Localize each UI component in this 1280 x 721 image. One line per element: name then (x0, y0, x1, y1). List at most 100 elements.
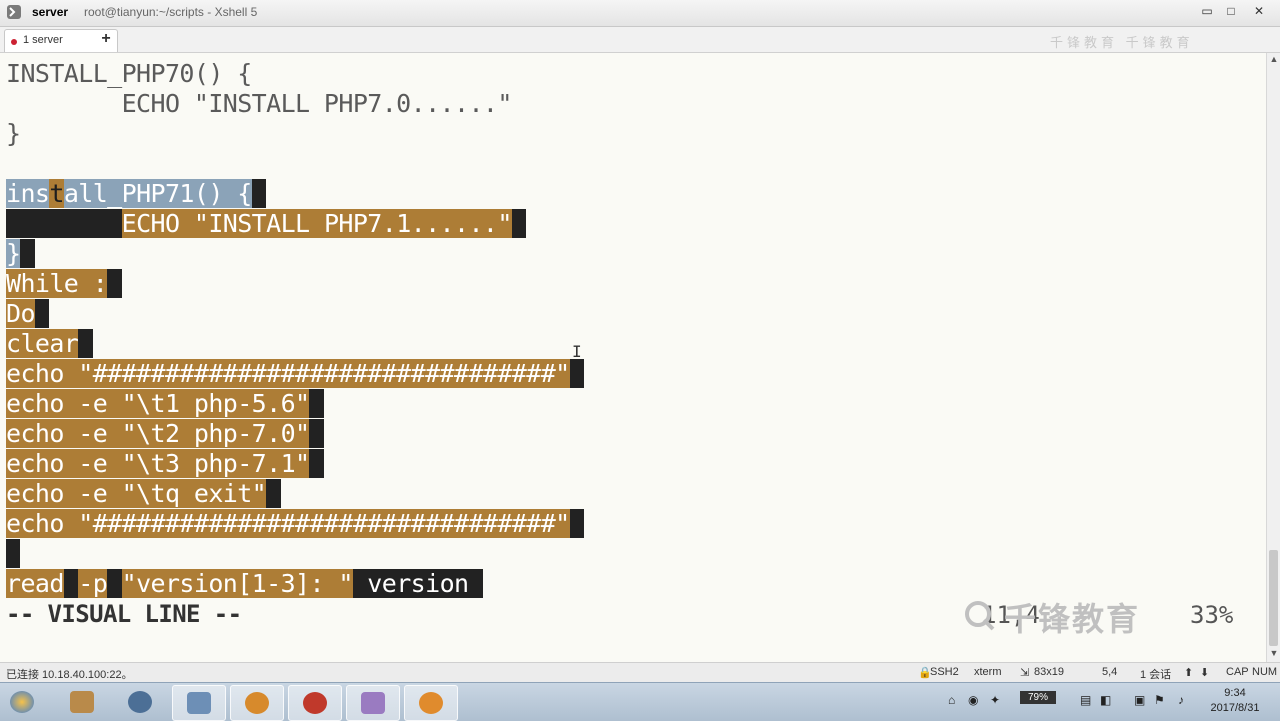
window-subtitle: root@tianyun:~/scripts - Xshell 5 (84, 5, 258, 19)
terminal-type: xterm (974, 666, 1002, 678)
connection-status-icon (11, 39, 17, 45)
clock-date: 2017/8/31 (1210, 702, 1260, 714)
line-end-marker (511, 209, 527, 238)
volume-icon[interactable]: ♪ (1178, 693, 1184, 707)
download-arrow-icon[interactable]: ⬇ (1200, 666, 1209, 679)
qianfeng-logo-icon (965, 601, 995, 631)
selected-line: echo -e "\t1 php-5.6" (6, 389, 324, 419)
watermark-logo-text: 千锋教育 (1004, 601, 1141, 637)
taskbar-app-4[interactable] (230, 685, 284, 721)
cursor-pos-status: 5,4 (1102, 666, 1118, 678)
code-line: ECHO "INSTALL PHP7.0......" (6, 89, 513, 118)
app-icon (361, 692, 385, 714)
selection-text: all_PHP71() { (63, 179, 252, 208)
maximize-button[interactable]: □ (1220, 2, 1242, 20)
taskbar: ⌂ ◉ ✦ 79% ▤ ◧ ▣ ⚑ ♪ 9:34 2017/8/31 (0, 682, 1280, 721)
selection-text: echo -e "\tq exit" (6, 479, 267, 508)
line-end-marker (266, 479, 281, 508)
scroll-up-icon[interactable]: ▲ (1269, 54, 1279, 64)
tray-icon[interactable]: ▣ (1134, 693, 1145, 707)
faded-watermark: 千锋教育 千锋教育 (1050, 35, 1194, 50)
selection-text: echo -e "\t3 php-7.1" (6, 449, 310, 478)
clock[interactable]: 9:34 2017/8/31 (1200, 686, 1270, 716)
text-cursor-icon: I (572, 342, 582, 361)
selection-text: clear (6, 329, 79, 358)
line-end-marker (309, 419, 324, 448)
line-end-marker (251, 179, 267, 208)
line-end-marker (20, 239, 35, 268)
line-end-marker (309, 449, 324, 478)
window-title: server (32, 5, 69, 19)
tab-label: 1 server (23, 34, 63, 46)
selected-line: echo -e "\tq exit" (6, 479, 281, 509)
tab-marker (63, 569, 79, 598)
selected-line: clear (6, 329, 93, 359)
battery-indicator[interactable]: 79% (1020, 691, 1057, 704)
app-icon (245, 692, 269, 714)
line-end-marker (309, 389, 324, 418)
app-icon (187, 692, 211, 714)
scroll-down-icon[interactable]: ▼ (1269, 648, 1279, 658)
selection-text: echo "################################" (6, 359, 570, 388)
upload-arrow-icon[interactable]: ⬆ (1184, 666, 1193, 679)
tray-icon[interactable]: ◉ (968, 693, 978, 707)
num-indicator: NUM (1252, 666, 1278, 678)
selection-text: ins (6, 179, 50, 208)
selected-line: read -p "version[1-3]: " version (6, 569, 483, 599)
app-icon (128, 691, 152, 713)
terminal-size: 83x19 (1034, 666, 1064, 678)
line-end-marker (468, 569, 483, 598)
selection-text: -p (78, 569, 108, 598)
selection-text: } (6, 239, 21, 268)
resize-icon: ⇲ (1020, 667, 1030, 679)
terminal-area[interactable]: INSTALL_PHP70() { ECHO "INSTALL PHP7.0..… (0, 53, 1266, 662)
tray-icon[interactable]: ◧ (1100, 693, 1111, 707)
app-icon (70, 691, 94, 713)
scroll-thumb[interactable] (1269, 550, 1278, 646)
selection-text: echo -e "\t1 php-5.6" (6, 389, 310, 418)
flag-icon[interactable]: ⚑ (1154, 693, 1165, 707)
line-end-marker (6, 539, 21, 568)
taskbar-app-1[interactable] (56, 685, 108, 719)
selected-line: echo -e "\t2 php-7.0" (6, 419, 324, 449)
new-tab-button[interactable]: + (96, 29, 116, 49)
close-button[interactable]: ✕ (1248, 2, 1270, 20)
line-end-marker (569, 359, 585, 388)
taskbar-app-2[interactable] (114, 685, 166, 719)
selected-line: ECHO "INSTALL PHP7.1......" (6, 209, 527, 239)
taskbar-app-xshell[interactable] (404, 685, 458, 721)
tray-icon[interactable]: ⌂ (948, 693, 955, 707)
taskbar-app-5[interactable] (288, 685, 342, 721)
line-end-marker (34, 299, 50, 328)
connection-status: 已连接 10.18.40.100:22。 (6, 669, 133, 681)
caps-indicator: CAP (1226, 666, 1249, 678)
vertical-scrollbar[interactable]: ▲ ▼ (1266, 53, 1280, 662)
network-icon[interactable]: ▤ (1080, 693, 1091, 707)
tray-icon[interactable]: ✦ (990, 693, 1000, 707)
tab-bar: 1 server + 千锋教育 千锋教育 (0, 27, 1280, 53)
clock-time: 9:34 (1224, 687, 1246, 699)
scroll-percent: 33% (1190, 601, 1234, 629)
xshell-app-icon[interactable] (6, 4, 22, 20)
taskbar-app-6[interactable] (346, 685, 400, 721)
selection-text: version (352, 569, 469, 598)
selection-text: While : (6, 269, 108, 298)
selection-text: echo "################################" (6, 509, 570, 538)
status-bar: 已连接 10.18.40.100:22。 🔒 SSH2 xterm ⇲ 83x1… (0, 662, 1280, 683)
taskbar-app-3[interactable] (172, 685, 226, 721)
start-button[interactable] (2, 685, 42, 719)
line-end-marker (78, 329, 93, 358)
selected-line: echo "################################" (6, 359, 585, 389)
line-end-marker (107, 269, 122, 298)
minimize-button[interactable]: ▭ (1196, 2, 1218, 20)
xshell-icon (419, 692, 443, 714)
tab-indent-marker (6, 209, 122, 238)
selected-line: Do (6, 299, 50, 329)
session-count: 1 会话 (1140, 669, 1172, 681)
app-icon (303, 692, 327, 714)
selection-text: "version[1-3]: " (121, 569, 353, 598)
cursor: t (49, 179, 64, 208)
selected-line: echo "################################" (6, 509, 585, 539)
selected-line (6, 539, 21, 569)
line-end-marker (569, 509, 585, 538)
